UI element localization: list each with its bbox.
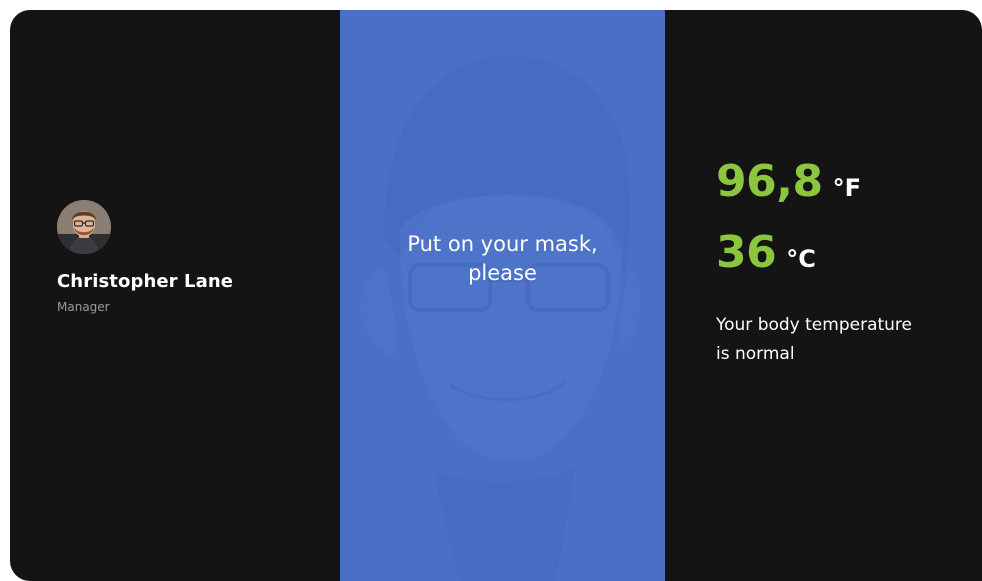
- temperature-status-message: Your body temperature is normal: [716, 311, 966, 369]
- employee-role: Manager: [57, 300, 110, 314]
- employee-name: Christopher Lane: [57, 271, 234, 292]
- thermal-scanner-screen: Christopher Lane Manager Put on your mas…: [10, 10, 982, 581]
- fahrenheit-reading: 96,8 °F: [716, 156, 861, 207]
- camera-feed-panel: Put on your mask, please: [340, 10, 665, 581]
- temperature-status-line-1: Your body temperature: [716, 315, 912, 335]
- mask-instruction-text: Put on your mask, please: [340, 230, 665, 288]
- employee-profile-panel: Christopher Lane Manager: [10, 10, 340, 581]
- mask-instruction-line-2: please: [468, 261, 537, 285]
- avatar: [57, 200, 111, 254]
- fahrenheit-unit: °F: [832, 174, 861, 202]
- celsius-unit: °C: [786, 245, 816, 273]
- user-photo-icon: [57, 200, 111, 254]
- celsius-reading: 36 °C: [716, 227, 816, 278]
- temperature-readings-panel: 96,8 °F 36 °C Your body temperature is nor…: [665, 10, 982, 581]
- fahrenheit-value: 96,8: [716, 156, 823, 207]
- temperature-status-line-2: is normal: [716, 344, 795, 364]
- face-silhouette-image: [360, 55, 641, 581]
- mask-instruction-line-1: Put on your mask,: [407, 232, 598, 256]
- celsius-value: 36: [716, 227, 777, 278]
